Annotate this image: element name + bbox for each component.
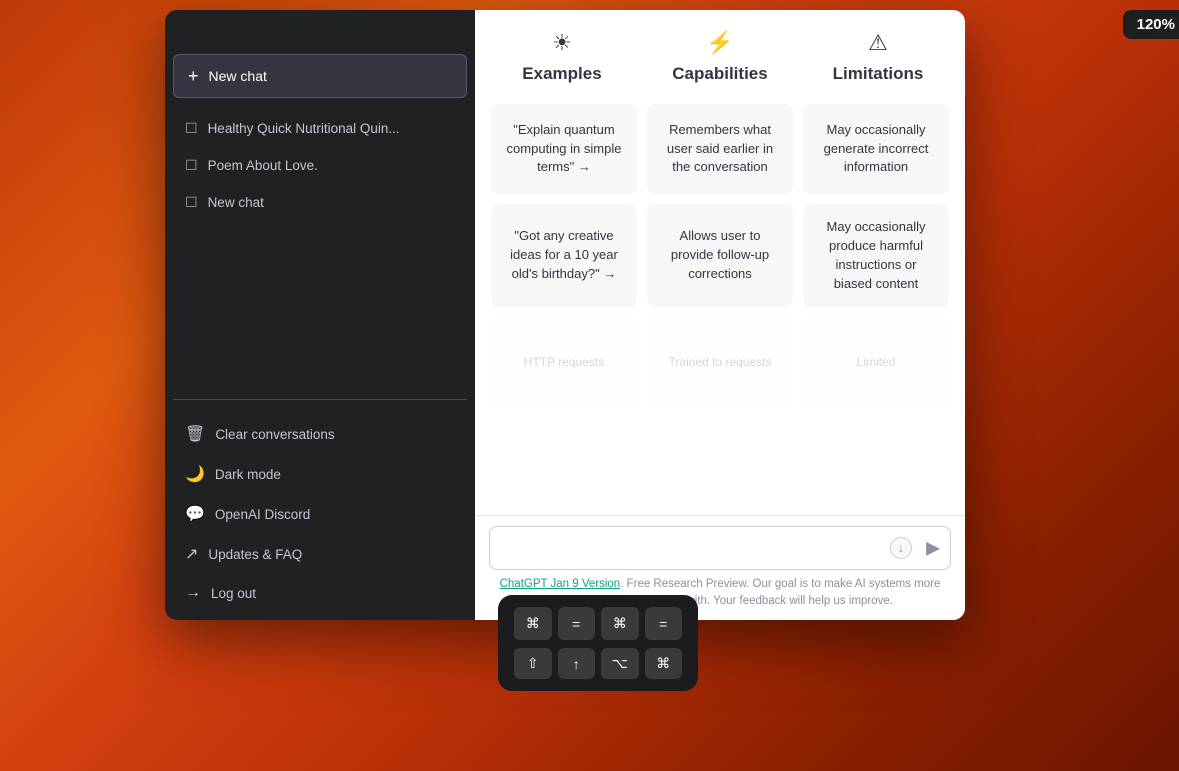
discord-button[interactable]: 💬 OpenAI Discord bbox=[173, 494, 467, 534]
conversation-item[interactable]: ☐ New chat bbox=[173, 184, 467, 221]
example-card-3: HTTP requests bbox=[491, 317, 637, 407]
examples-column-header: ☀ Examples bbox=[491, 30, 633, 84]
limitation-card-2[interactable]: May occasionally produce harmful instruc… bbox=[803, 204, 949, 307]
new-chat-label: New chat bbox=[209, 68, 267, 84]
logout-button[interactable]: → Log out bbox=[173, 574, 467, 612]
logout-icon: → bbox=[185, 584, 201, 602]
chatgpt-version-link[interactable]: ChatGPT Jan 9 Version bbox=[500, 578, 621, 590]
action-label: Dark mode bbox=[215, 467, 281, 482]
download-button[interactable]: ↓ bbox=[890, 537, 912, 559]
conv-title: Poem About Love. bbox=[208, 158, 318, 173]
zoom-badge: 120% bbox=[1123, 10, 1179, 39]
equals-key[interactable]: = bbox=[558, 607, 596, 640]
new-chat-button[interactable]: + New chat bbox=[173, 54, 467, 98]
sidebar-actions: 🗑 Clear conversations 🌙 Dark mode 💬 Open… bbox=[165, 406, 475, 620]
action-label: Updates & FAQ bbox=[208, 547, 302, 562]
plus-icon: + bbox=[188, 67, 199, 85]
sidebar-divider bbox=[173, 399, 467, 400]
sidebar-top: + New chat bbox=[165, 46, 475, 106]
up-arrow-key[interactable]: ↑ bbox=[558, 648, 596, 679]
send-button[interactable]: ▶ bbox=[926, 537, 940, 558]
main-content: ☀ Examples ⚡ Capabilities ⚠ Limitations … bbox=[475, 10, 965, 620]
limitations-column-header: ⚠ Limitations bbox=[807, 30, 949, 84]
limitation-card-1[interactable]: May occasionally generate incorrect info… bbox=[803, 104, 949, 194]
action-label: Log out bbox=[211, 586, 256, 601]
conversation-item[interactable]: ☐ Poem About Love. bbox=[173, 147, 467, 184]
example-card-2[interactable]: "Got any creative ideas for a 10 year ol… bbox=[491, 204, 637, 307]
examples-title: Examples bbox=[522, 64, 601, 84]
chat-input[interactable] bbox=[502, 540, 910, 556]
limitation-card-3: Limited bbox=[803, 317, 949, 407]
capability-card-2[interactable]: Allows user to provide follow-up correct… bbox=[647, 204, 793, 307]
sidebar: + New chat ☐ Healthy Quick Nutritional Q… bbox=[165, 10, 475, 620]
clear-conversations-button[interactable]: 🗑 Clear conversations bbox=[173, 414, 467, 454]
cmd-key-3[interactable]: ⌘ bbox=[645, 648, 683, 679]
cards-row-3: HTTP requests Trained to requests Limite… bbox=[491, 317, 949, 407]
sun-icon: ☀ bbox=[552, 30, 572, 56]
limitations-title: Limitations bbox=[833, 64, 924, 84]
conversation-list: ☐ Healthy Quick Nutritional Quin... ☐ Po… bbox=[165, 106, 475, 393]
capability-card-1[interactable]: Remembers what user said earlier in the … bbox=[647, 104, 793, 194]
updates-button[interactable]: ↗ Updates & FAQ bbox=[173, 534, 467, 574]
shift-key[interactable]: ⇧ bbox=[514, 648, 552, 679]
capabilities-title: Capabilities bbox=[672, 64, 767, 84]
dark-mode-button[interactable]: 🌙 Dark mode bbox=[173, 454, 467, 494]
chat-icon: ☐ bbox=[185, 157, 198, 174]
example-card-1[interactable]: "Explain quantum computing in simple ter… bbox=[491, 104, 637, 194]
equals-key-2[interactable]: = bbox=[645, 607, 683, 640]
keyboard-row-2: ⇧ ↑ ⌥ ⌘ bbox=[514, 648, 682, 679]
action-label: Clear conversations bbox=[215, 427, 334, 442]
columns-header: ☀ Examples ⚡ Capabilities ⚠ Limitations bbox=[491, 30, 949, 84]
cmd-key[interactable]: ⌘ bbox=[514, 607, 552, 640]
conversation-item[interactable]: ☐ Healthy Quick Nutritional Quin... bbox=[173, 110, 467, 147]
action-label: OpenAI Discord bbox=[215, 507, 310, 522]
option-key[interactable]: ⌥ bbox=[601, 648, 639, 679]
cards-row-1: "Explain quantum computing in simple ter… bbox=[491, 104, 949, 194]
lightning-icon: ⚡ bbox=[706, 30, 733, 56]
warning-icon: ⚠ bbox=[868, 30, 888, 56]
capability-card-3: Trained to requests bbox=[647, 317, 793, 407]
chat-icon: ☐ bbox=[185, 194, 198, 211]
trash-icon: 🗑 bbox=[185, 424, 205, 444]
input-box: ↓ ▶ bbox=[489, 526, 951, 570]
conv-title: Healthy Quick Nutritional Quin... bbox=[208, 121, 400, 136]
cards-row-2: "Got any creative ideas for a 10 year ol… bbox=[491, 204, 949, 307]
external-link-icon: ↗ bbox=[185, 544, 198, 564]
app-window: + New chat ☐ Healthy Quick Nutritional Q… bbox=[165, 10, 965, 620]
chat-icon: ☐ bbox=[185, 120, 198, 137]
capabilities-column-header: ⚡ Capabilities bbox=[649, 30, 791, 84]
keyboard-row-1: ⌘ = ⌘ = bbox=[514, 607, 682, 640]
discord-icon: 💬 bbox=[185, 504, 205, 524]
cmd-key-2[interactable]: ⌘ bbox=[601, 607, 639, 640]
columns-wrapper: ☀ Examples ⚡ Capabilities ⚠ Limitations … bbox=[475, 10, 965, 515]
keyboard-widget: ⌘ = ⌘ = ⇧ ↑ ⌥ ⌘ bbox=[498, 595, 698, 691]
conv-title: New chat bbox=[208, 195, 264, 210]
moon-icon: 🌙 bbox=[185, 464, 205, 484]
